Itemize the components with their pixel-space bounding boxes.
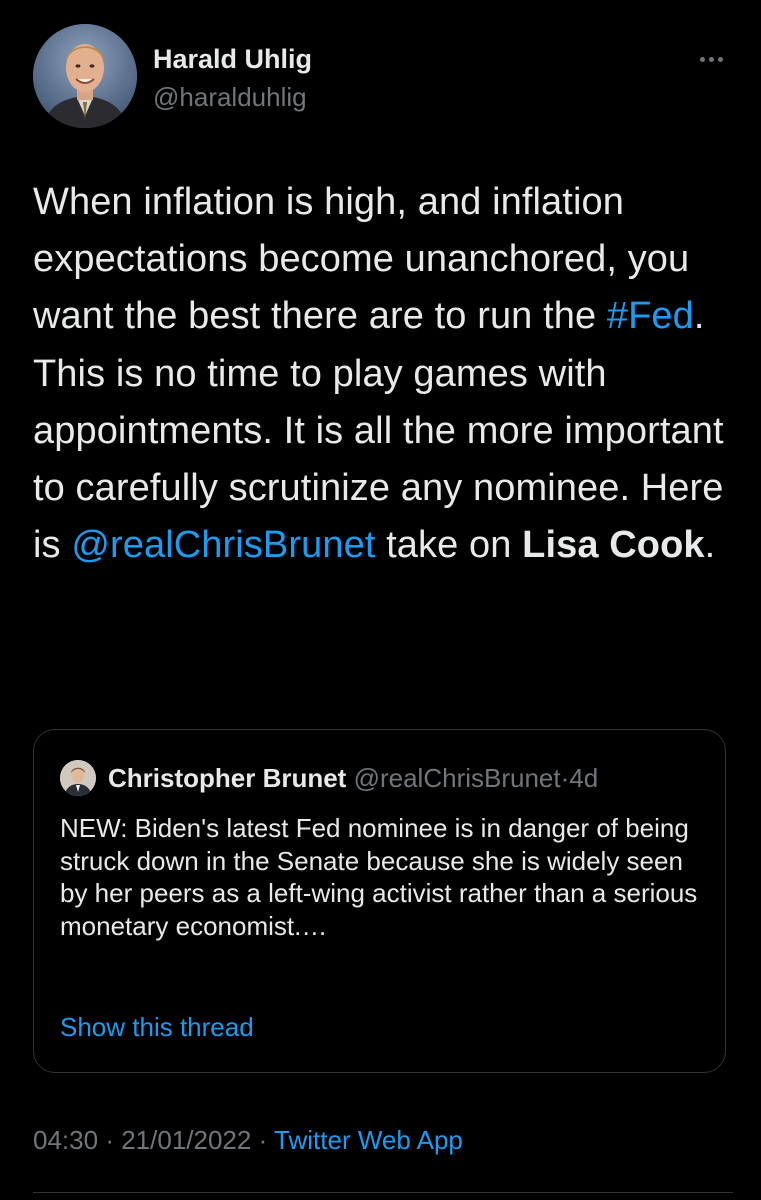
author-name[interactable]: Harald Uhlig xyxy=(153,44,312,75)
more-horizontal-icon-dot xyxy=(717,56,723,62)
quoted-tweet-card[interactable]: Christopher Brunet @realChrisBrunet·4d N… xyxy=(33,729,726,1073)
mention-link-realchrisbrunet[interactable]: @realChrisBrunet xyxy=(71,524,375,566)
author-handle[interactable]: @haralduhlig xyxy=(153,82,307,113)
quoted-separator: · xyxy=(560,763,570,793)
tweet-text-segment: . xyxy=(704,524,716,567)
quoted-author-avatar[interactable] xyxy=(60,760,96,796)
quoted-timestamp[interactable]: 4d xyxy=(569,763,598,793)
profile-photo-icon xyxy=(33,24,137,128)
profile-photo-icon xyxy=(60,760,96,796)
more-options-button[interactable] xyxy=(689,44,733,74)
tweet-text-bold-segment: Lisa Cook xyxy=(522,524,705,567)
tweet-text-segment: When inflation is high, and inflation ex… xyxy=(33,181,690,338)
meta-separator: · xyxy=(105,1125,114,1155)
quoted-author-handle[interactable]: @realChrisBrunet xyxy=(354,763,561,793)
tweet-date[interactable]: 21/01/2022 xyxy=(121,1125,251,1155)
show-thread-link[interactable]: Show this thread xyxy=(60,1012,254,1043)
hashtag-link-fed[interactable]: #Fed xyxy=(607,295,694,337)
author-avatar[interactable] xyxy=(33,24,137,128)
tweet-source-link[interactable]: Twitter Web App xyxy=(274,1125,463,1155)
tweet-metadata: 04:30 · 21/01/2022 · Twitter Web App xyxy=(33,1122,463,1158)
quoted-tweet-header: Christopher Brunet @realChrisBrunet·4d xyxy=(108,760,598,796)
tweet: Harald Uhlig @haralduhlig When inflation… xyxy=(0,0,761,1200)
more-horizontal-icon xyxy=(699,56,705,62)
quoted-author-name[interactable]: Christopher Brunet xyxy=(108,763,346,793)
quoted-tweet-text: NEW: Biden's latest Fed nominee is in da… xyxy=(60,813,698,941)
tweet-time[interactable]: 04:30 xyxy=(33,1125,98,1155)
more-horizontal-icon-dot xyxy=(708,56,714,62)
tweet-header: Harald Uhlig @haralduhlig xyxy=(33,24,733,128)
tweet-text: When inflation is high, and inflation ex… xyxy=(33,174,733,574)
divider xyxy=(33,1192,733,1193)
meta-separator: · xyxy=(258,1125,268,1155)
tweet-text-segment: take on xyxy=(375,524,523,567)
